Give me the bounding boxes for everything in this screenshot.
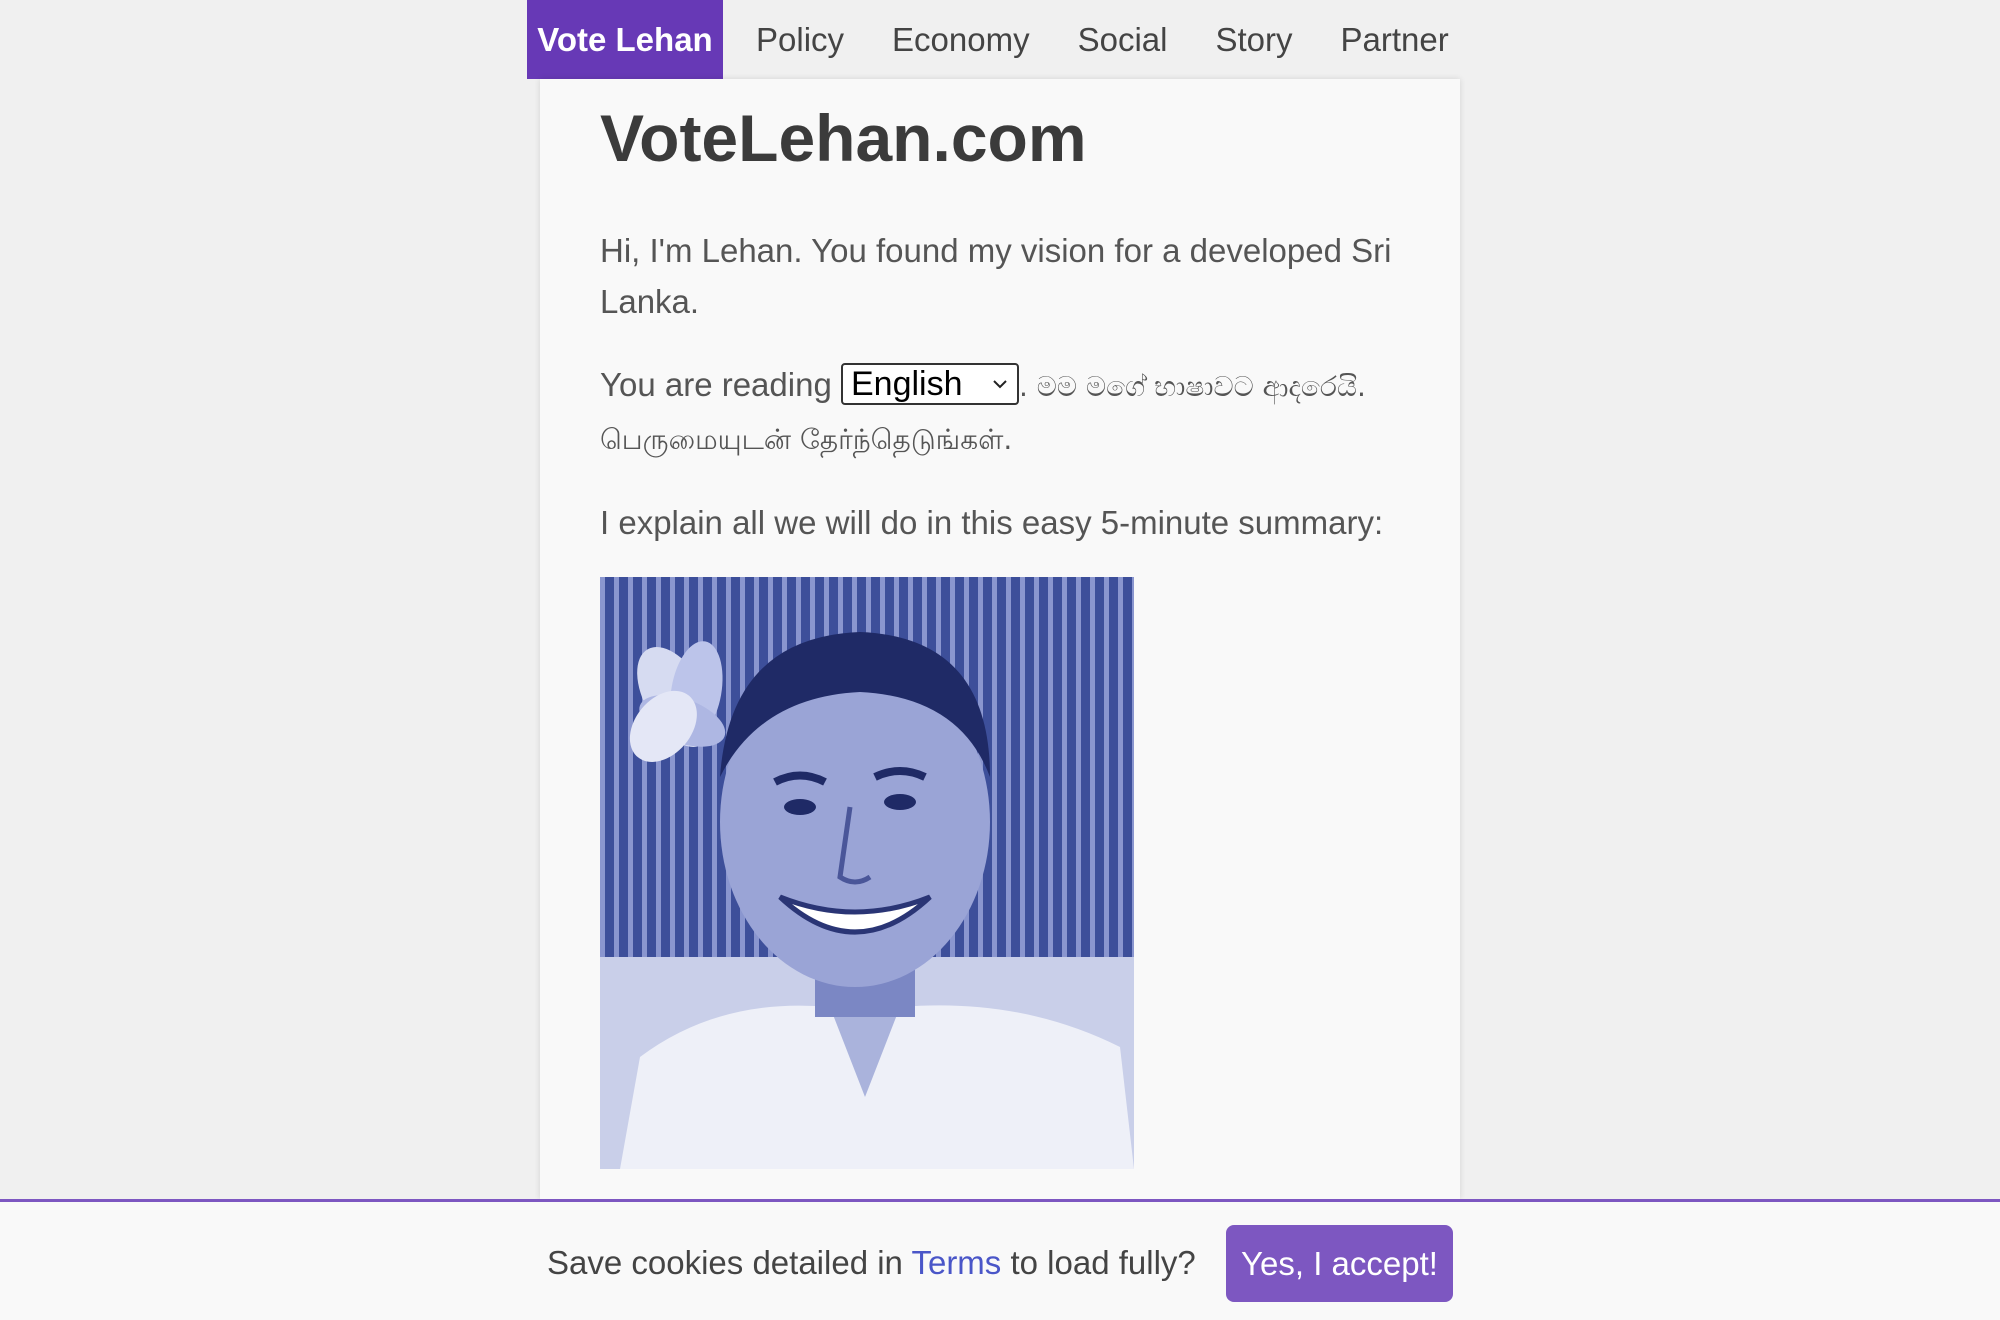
content-body: VoteLehan.com Hi, I'm Lehan. You found m… [600,79,1410,548]
nav-item-social[interactable]: Social [1054,0,1192,79]
nav-item-partner[interactable]: Partner [1317,0,1473,79]
nav-item-economy[interactable]: Economy [868,0,1054,79]
language-paragraph: You are reading English . මම මගේ භාෂාවට … [600,359,1410,465]
sinhala-text: . මම මගේ භාෂාවට ආදරෙයි. [1018,370,1366,403]
nav-item-policy[interactable]: Policy [723,0,868,79]
chevron-down-icon [993,380,1007,389]
cookie-message: Save cookies detailed in Terms to load f… [547,1244,1196,1282]
content-card: VoteLehan.com Hi, I'm Lehan. You found m… [540,79,1460,1199]
cookie-text-after: to load fully? [1001,1244,1196,1281]
cookie-bar: Save cookies detailed in Terms to load f… [0,1199,2000,1320]
portrait-photo [600,577,1134,1169]
tamil-text: பெருமையுடன் தேர்ந்தெடுங்கள். [600,423,1013,456]
reading-prefix: You are reading [600,366,832,403]
language-select[interactable]: English [840,363,1019,406]
cookie-text-before: Save cookies detailed in [547,1244,912,1281]
terms-link[interactable]: Terms [911,1244,1001,1281]
intro-text: Hi, I'm Lehan. You found my vision for a… [600,232,1392,320]
nav-brand-vote-lehan[interactable]: Vote Lehan [527,0,723,79]
top-nav: Vote Lehan Policy Economy Social Story P… [527,0,1460,79]
nav-item-story[interactable]: Story [1191,0,1316,79]
summary-text: I explain all we will do in this easy 5-… [600,504,1384,541]
page: Vote Lehan Policy Economy Social Story P… [0,0,2000,1320]
accept-cookies-button[interactable]: Yes, I accept! [1226,1225,1453,1302]
language-select-value: English [850,365,963,404]
page-title: VoteLehan.com [600,101,1087,175]
portrait-illustration [600,577,1134,1169]
